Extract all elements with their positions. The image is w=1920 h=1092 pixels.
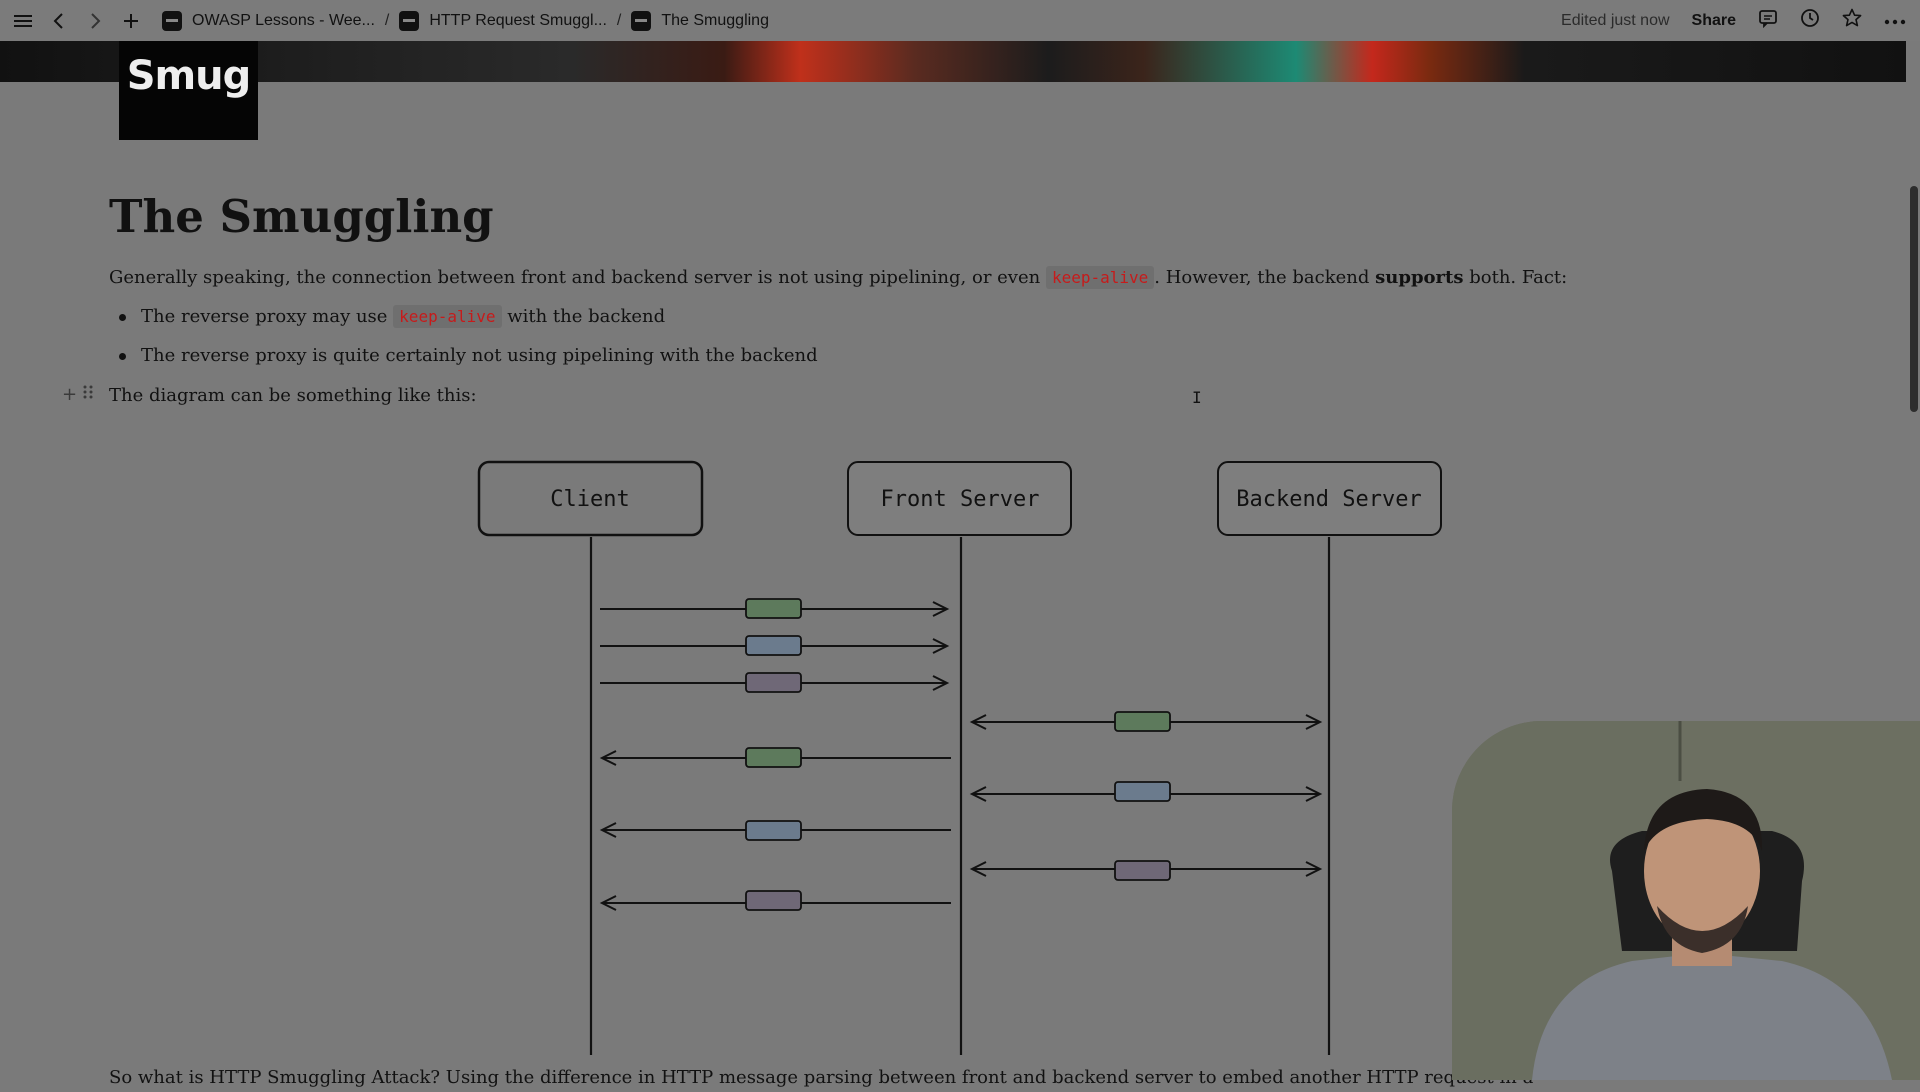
request-arrow-blue: [600, 635, 950, 656]
scrollbar-thumb[interactable]: [1910, 186, 1918, 412]
intro-text: . However, the backend: [1154, 267, 1376, 288]
page-logo[interactable]: Smug: [119, 41, 258, 140]
breadcrumb: OWASP Lessons - Wee... / HTTP Request Sm…: [156, 10, 775, 31]
bullet-text: The reverse proxy may use: [141, 306, 394, 327]
webcam-overlay: [1452, 721, 1920, 1080]
intro-text: both. Fact:: [1463, 267, 1568, 288]
bold-text: supports: [1375, 267, 1464, 288]
response-arrow-green: [599, 747, 951, 768]
text-cursor-icon: I: [1192, 388, 1202, 407]
diagram-intro[interactable]: The diagram can be something like this:: [109, 382, 477, 410]
response-arrow-purple: [599, 890, 951, 911]
back-arrow-icon[interactable]: [46, 8, 72, 34]
presenter-video-image: [1452, 721, 1920, 1080]
more-options-icon[interactable]: [1884, 12, 1906, 30]
intro-text: Generally speaking, the connection betwe…: [109, 267, 1046, 288]
bullet-text: with the backend: [501, 306, 666, 327]
backend-arrow-purple: [969, 860, 1323, 881]
inline-code: keep-alive: [1045, 266, 1155, 289]
node-label-front-server: Front Server: [881, 487, 1040, 512]
edited-status: Edited just now: [1561, 11, 1670, 29]
history-clock-icon[interactable]: [1800, 8, 1820, 33]
node-label-client: Client: [550, 487, 629, 512]
breadcrumb-label: The Smuggling: [661, 11, 769, 29]
page-icon: [162, 10, 182, 31]
request-arrow-purple: [600, 672, 950, 693]
backend-arrow-blue: [969, 781, 1323, 802]
breadcrumb-separator: /: [384, 11, 390, 29]
cover-image[interactable]: [0, 41, 1906, 82]
node-front-server: Front Server: [847, 461, 1072, 536]
response-arrow-blue: [599, 820, 951, 841]
node-client: Client: [477, 460, 704, 537]
breadcrumb-label: OWASP Lessons - Wee...: [192, 11, 375, 29]
bullet-text: The reverse proxy is quite certainly not…: [141, 345, 818, 366]
add-block-plus-icon[interactable]: +: [62, 384, 77, 405]
breadcrumb-item-http-request-smuggling[interactable]: HTTP Request Smuggl...: [393, 10, 613, 31]
bullet-dot: [119, 314, 126, 321]
smuggling-definition-paragraph[interactable]: So what is HTTP Smuggling Attack? Using …: [109, 1064, 1539, 1092]
breadcrumb-item-owasp[interactable]: OWASP Lessons - Wee...: [156, 10, 381, 31]
node-label-backend-server: Backend Server: [1236, 487, 1421, 512]
page-icon: [399, 10, 420, 31]
request-arrow-green: [600, 598, 950, 619]
drag-handle-icon[interactable]: [83, 384, 93, 405]
forward-arrow-icon[interactable]: [82, 8, 108, 34]
backend-arrow-green: [969, 711, 1323, 732]
breadcrumb-separator: /: [616, 11, 622, 29]
top-bar: OWASP Lessons - Wee... / HTTP Request Sm…: [0, 0, 1920, 41]
page-title[interactable]: The Smuggling: [109, 190, 494, 243]
bullet-item[interactable]: The reverse proxy is quite certainly not…: [119, 342, 818, 370]
bullet-item[interactable]: The reverse proxy may use keep-alive wit…: [119, 303, 666, 331]
sidebar-menu-icon[interactable]: [10, 8, 36, 34]
page-icon: [631, 10, 652, 31]
block-handle: +: [62, 384, 93, 405]
favorite-star-icon[interactable]: [1842, 8, 1862, 33]
breadcrumb-label: HTTP Request Smuggl...: [429, 11, 607, 29]
node-backend-server: Backend Server: [1217, 461, 1442, 536]
inline-code: keep-alive: [393, 305, 502, 328]
intro-paragraph[interactable]: Generally speaking, the connection betwe…: [109, 264, 1567, 292]
topbar-actions: Edited just now Share: [1561, 0, 1906, 41]
new-page-plus-icon[interactable]: [118, 8, 144, 34]
breadcrumb-item-the-smuggling[interactable]: The Smuggling: [625, 10, 775, 31]
comments-icon[interactable]: [1758, 8, 1778, 33]
bullet-dot: [119, 353, 126, 360]
share-button[interactable]: Share: [1692, 12, 1736, 30]
